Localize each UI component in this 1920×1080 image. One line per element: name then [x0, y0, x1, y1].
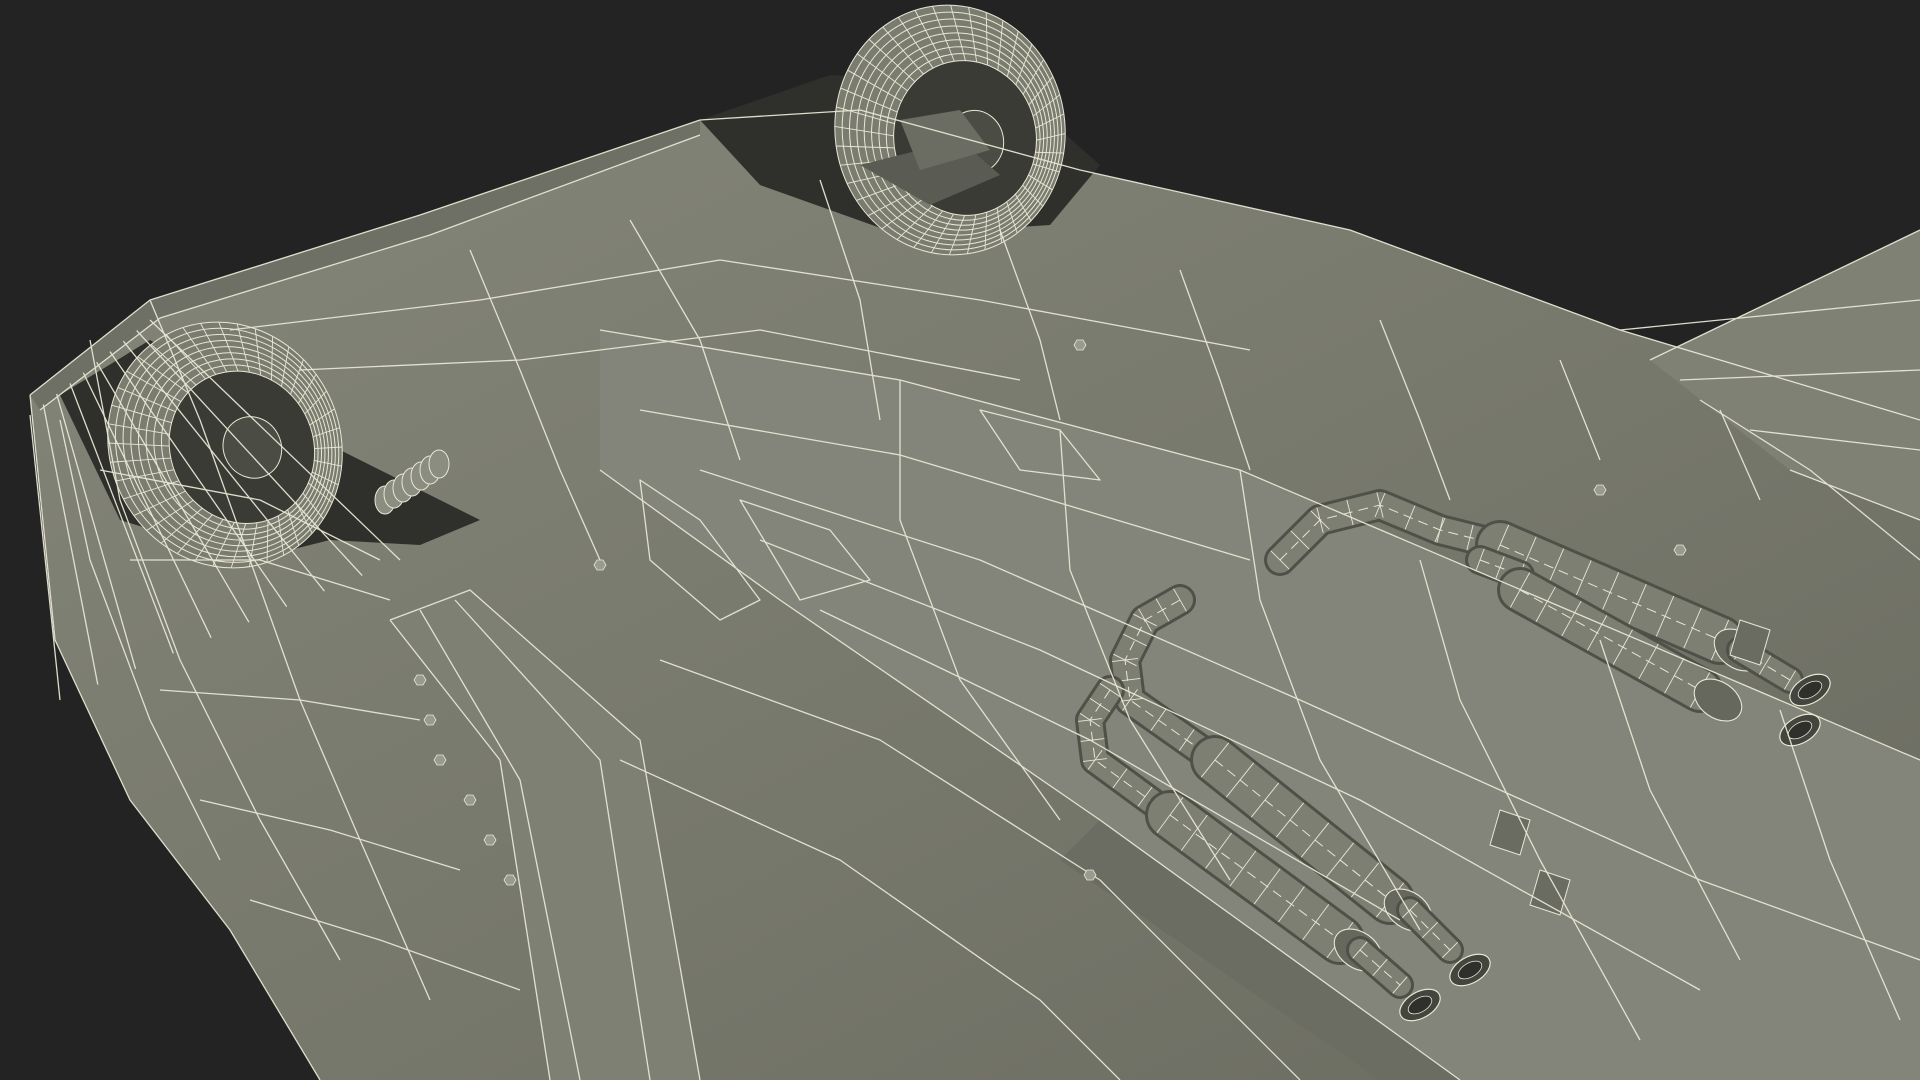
3d-render-viewport[interactable]: [0, 0, 1920, 1080]
car-underbody-wireframe-render: [29, 4, 1920, 1080]
